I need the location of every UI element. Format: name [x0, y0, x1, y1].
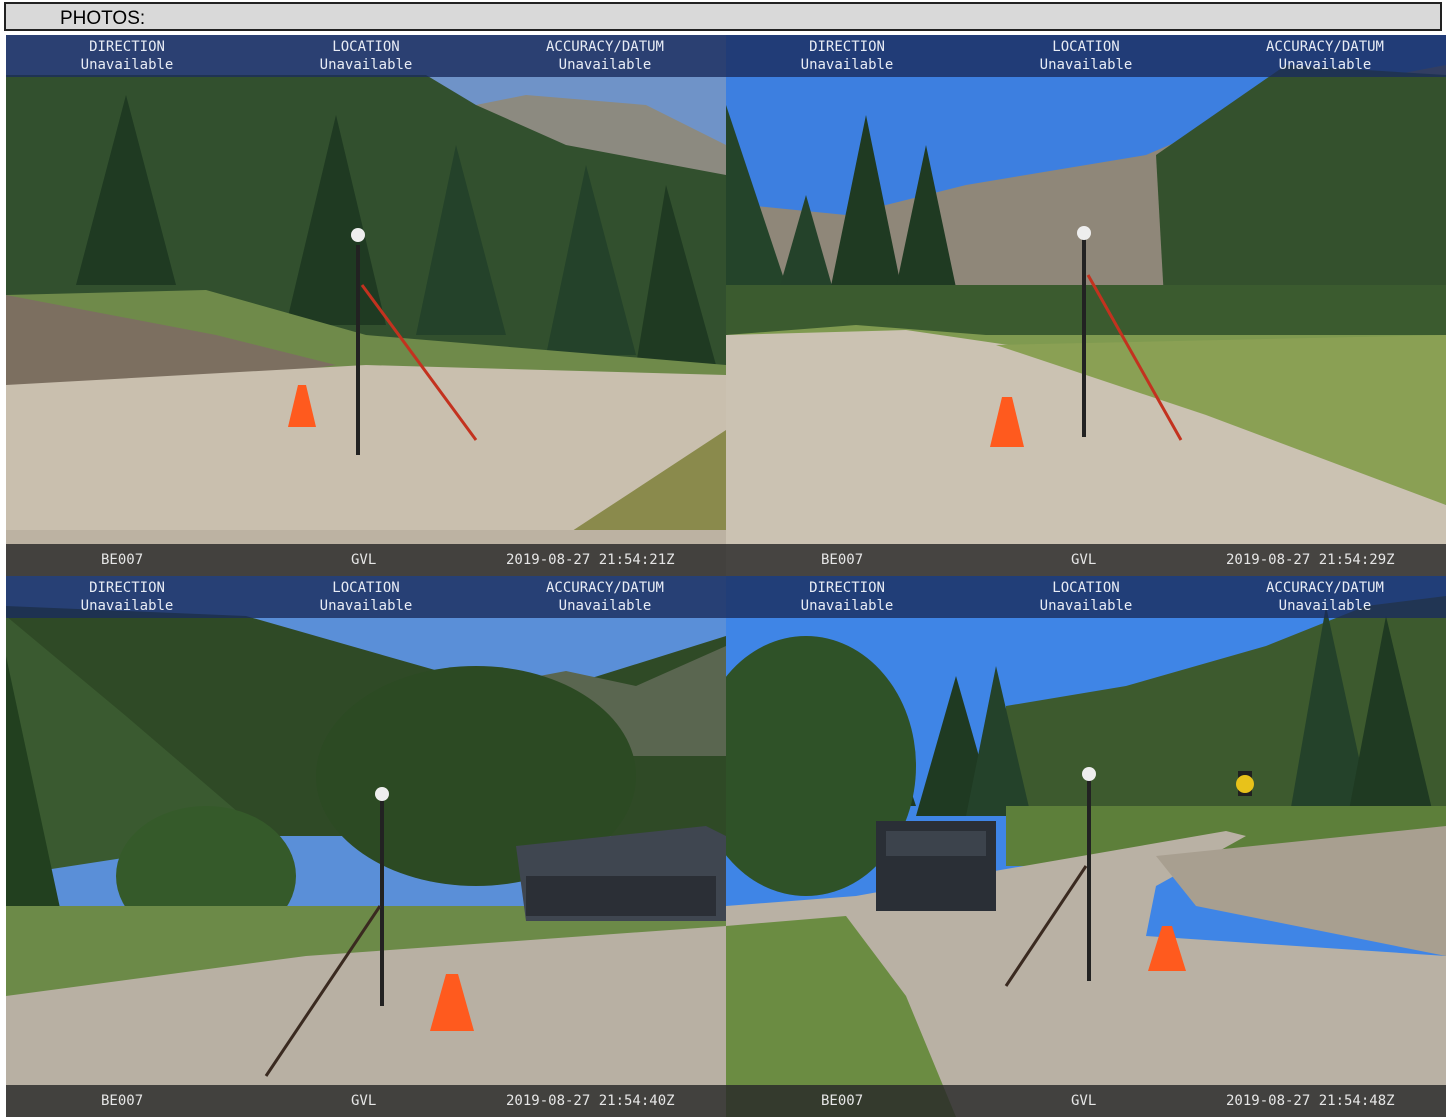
location-label: LOCATION [1052, 39, 1120, 55]
direction-label: DIRECTION [89, 39, 165, 55]
page-title: PHOTOS: [60, 8, 146, 29]
photo-4-scene [726, 576, 1446, 1117]
photo-3-scene [6, 576, 726, 1117]
direction-value: Unavailable [80, 57, 174, 73]
photo-4-timestamp: 2019-08-27 21:54:48Z [1226, 1093, 1395, 1109]
accuracy-value: Unavailable [1278, 57, 1372, 73]
photo-3[interactable]: DIRECTION Unavailable LOCATION Unavailab… [6, 576, 726, 1117]
photo-3-timestamp: 2019-08-27 21:54:40Z [506, 1093, 675, 1109]
location-label: LOCATION [332, 39, 400, 55]
location-label: LOCATION [1052, 580, 1120, 596]
photo-4[interactable]: DIRECTION Unavailable LOCATION Unavailab… [726, 576, 1446, 1117]
photo-3-id: BE007 [101, 1093, 144, 1109]
photo-1-timestamp: 2019-08-27 21:54:21Z [506, 552, 675, 568]
location-value: Unavailable [1039, 598, 1133, 614]
photo-3-location: LOCATION Unavailable [266, 579, 466, 615]
photo-2-timestamp: 2019-08-27 21:54:29Z [1226, 552, 1395, 568]
accuracy-label: ACCURACY/DATUM [545, 39, 664, 55]
photo-1-direction: DIRECTION Unavailable [27, 38, 227, 74]
photo-2-id: BE007 [821, 552, 864, 568]
photos-header-bar: PHOTOS: [4, 2, 1442, 31]
accuracy-label: ACCURACY/DATUM [1265, 580, 1384, 596]
photo-2-scene [726, 35, 1446, 576]
photo-4-source: GVL [1071, 1093, 1097, 1109]
accuracy-value: Unavailable [558, 598, 652, 614]
photo-4-id: BE007 [821, 1093, 864, 1109]
direction-label: DIRECTION [809, 580, 885, 596]
location-value: Unavailable [319, 598, 413, 614]
location-value: Unavailable [1039, 57, 1133, 73]
photo-1-id: BE007 [101, 552, 144, 568]
accuracy-value: Unavailable [1278, 598, 1372, 614]
location-value: Unavailable [319, 57, 413, 73]
photo-3-accuracy: ACCURACY/DATUM Unavailable [505, 579, 705, 615]
photo-1-source: GVL [351, 552, 377, 568]
direction-label: DIRECTION [809, 39, 885, 55]
photo-3-direction: DIRECTION Unavailable [27, 579, 227, 615]
accuracy-label: ACCURACY/DATUM [545, 580, 664, 596]
photo-4-direction: DIRECTION Unavailable [747, 579, 947, 615]
photo-2-accuracy: ACCURACY/DATUM Unavailable [1225, 38, 1425, 74]
photo-1-scene [6, 35, 726, 576]
accuracy-value: Unavailable [558, 57, 652, 73]
photo-4-location: LOCATION Unavailable [986, 579, 1186, 615]
photo-2-location: LOCATION Unavailable [986, 38, 1186, 74]
photo-1-accuracy: ACCURACY/DATUM Unavailable [505, 38, 705, 74]
direction-label: DIRECTION [89, 580, 165, 596]
direction-value: Unavailable [800, 598, 894, 614]
location-label: LOCATION [332, 580, 400, 596]
direction-value: Unavailable [800, 57, 894, 73]
photo-4-accuracy: ACCURACY/DATUM Unavailable [1225, 579, 1425, 615]
photo-2[interactable]: DIRECTION Unavailable LOCATION Unavailab… [726, 35, 1446, 576]
photo-1-location: LOCATION Unavailable [266, 38, 466, 74]
accuracy-label: ACCURACY/DATUM [1265, 39, 1384, 55]
photo-2-source: GVL [1071, 552, 1097, 568]
direction-value: Unavailable [80, 598, 174, 614]
photo-1[interactable]: DIRECTION Unavailable LOCATION Unavailab… [6, 35, 726, 576]
photo-2-direction: DIRECTION Unavailable [747, 38, 947, 74]
photo-3-source: GVL [351, 1093, 377, 1109]
